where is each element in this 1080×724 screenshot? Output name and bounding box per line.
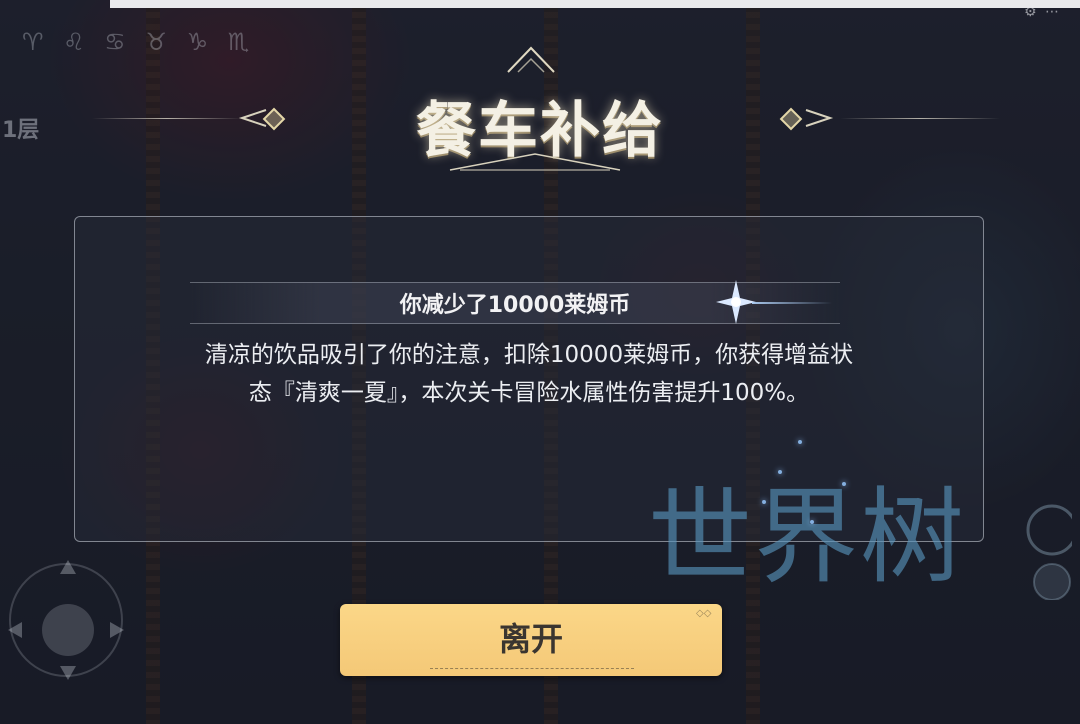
glow-particle	[778, 470, 782, 474]
dialog-body-line: 态『清爽一夏』，本次关卡冒险水属性伤害提升100%。	[248, 380, 810, 406]
zodiac-strip: ♈ ♌ ♋ ♉ ♑ ♏	[22, 28, 256, 56]
skill-icon[interactable]	[1012, 500, 1072, 600]
game-scene: ♈ ♌ ♋ ♉ ♑ ♏ 1层 ⚙ ⋯ 餐车补给 你减少了10000莱姆币 清凉的…	[0, 0, 1080, 724]
title-crest-icon	[507, 46, 555, 73]
sparkle-trail	[752, 302, 832, 304]
title-line-right	[840, 118, 1000, 119]
dialog-body: 清凉的饮品吸引了你的注意，扣除10000莱姆币，你获得增益状 态『清爽一夏』，本…	[84, 336, 974, 412]
glow-particle	[842, 482, 846, 486]
glow-particle	[798, 440, 802, 444]
top-bar	[110, 0, 1080, 8]
top-right-icons[interactable]: ⚙ ⋯	[1024, 4, 1061, 20]
glow-particle	[810, 520, 814, 524]
joystick-icon[interactable]	[6, 560, 126, 680]
sparkle-icon	[716, 280, 756, 324]
glow-particle	[762, 500, 766, 504]
arrow-right-icon	[805, 109, 834, 127]
leave-button[interactable]	[340, 604, 722, 676]
watermark: 世界树	[648, 476, 967, 598]
button-dash-line	[430, 668, 634, 670]
title-underline-icon	[449, 153, 621, 171]
dialog-body-line: 清凉的饮品吸引了你的注意，扣除10000莱姆币，你获得增益状	[204, 342, 854, 368]
button-corner-deco: ◇◇	[696, 608, 712, 619]
